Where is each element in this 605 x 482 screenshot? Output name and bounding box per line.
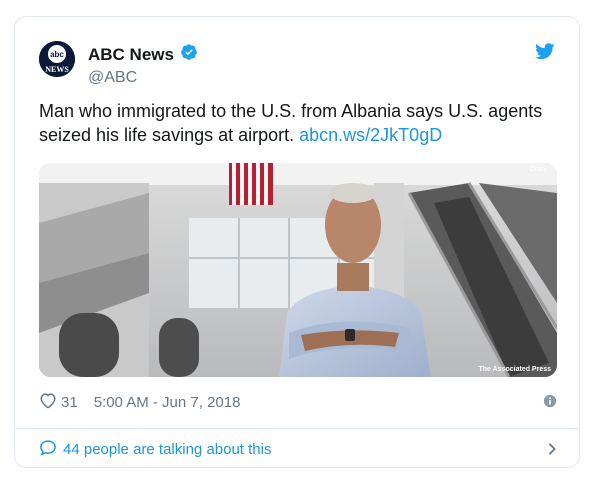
verified-badge-icon — [180, 43, 198, 66]
chevron-right-icon[interactable] — [547, 442, 557, 460]
author-name[interactable]: ABC News — [88, 45, 174, 65]
twitter-bird-icon[interactable] — [535, 43, 555, 65]
author-block[interactable]: ABC News @ABC — [88, 43, 198, 88]
media-credit: The Associated Press — [478, 366, 552, 373]
heart-icon[interactable] — [39, 392, 57, 413]
tweet-card: abc NEWS ABC News @ABC Man who immigrate… — [14, 16, 580, 468]
avatar-news-text: NEWS — [45, 65, 69, 74]
talking-count[interactable]: 44 people are talking about this — [63, 441, 271, 458]
conversation-row[interactable]: 44 people are talking about this — [39, 437, 557, 461]
author-avatar[interactable]: abc NEWS — [39, 41, 75, 77]
tweet-text: Man who immigrated to the U.S. from Alba… — [39, 99, 559, 147]
avatar-abc-text: abc — [50, 50, 64, 59]
info-icon[interactable] — [543, 394, 557, 412]
timestamp[interactable]: 5:00 AM - Jun 7, 2018 — [94, 394, 241, 411]
tweet-body: Man who immigrated to the U.S. from Alba… — [39, 101, 543, 145]
svg-text:Oran: Oran — [529, 166, 545, 173]
tweet-media-image[interactable]: Oran The Associated Press — [39, 163, 557, 377]
comment-bubble-icon — [39, 439, 57, 460]
author-handle[interactable]: @ABC — [88, 68, 198, 88]
divider — [15, 428, 579, 429]
tweet-meta-row: 31 5:00 AM - Jun 7, 2018 — [39, 391, 557, 413]
like-count[interactable]: 31 — [61, 394, 78, 411]
tweet-link[interactable]: abcn.ws/2JkT0gD — [299, 125, 442, 145]
